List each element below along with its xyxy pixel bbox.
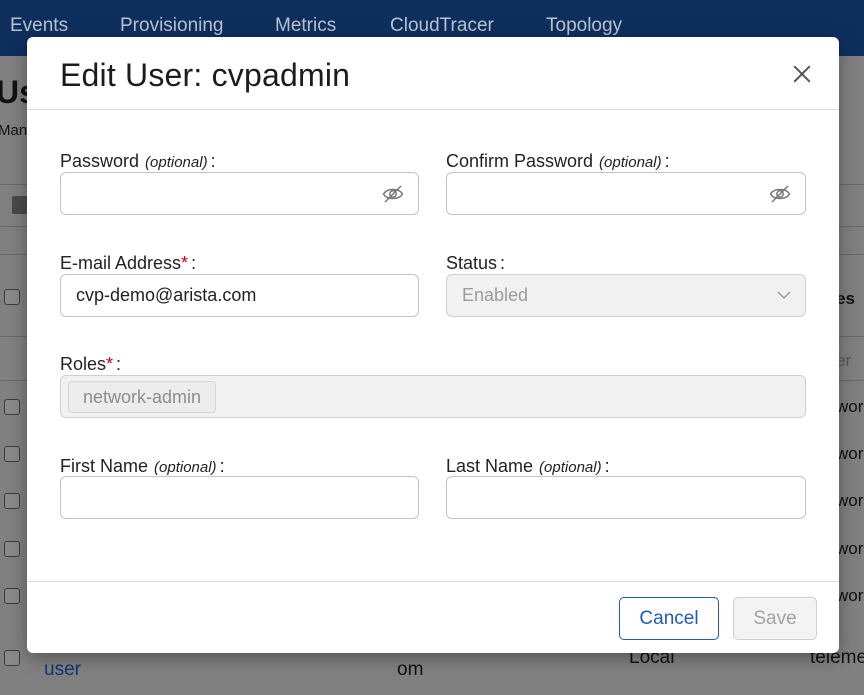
dialog-title: Edit User: cvpadmin: [60, 57, 351, 93]
nav-cloudtracer[interactable]: CloudTracer: [390, 15, 494, 37]
roles-field: network-admin: [60, 375, 806, 418]
eye-off-icon[interactable]: [382, 184, 404, 204]
confirm-password-field[interactable]: [446, 172, 806, 215]
table-cell: wor: [836, 444, 864, 463]
role-chip: network-admin: [68, 381, 217, 413]
row-checkbox[interactable]: [4, 650, 20, 666]
select-all-checkbox[interactable]: [4, 289, 20, 305]
confirm-password-label: Confirm Password (optional):: [446, 151, 670, 171]
status-value: Enabled: [462, 285, 529, 305]
table-cell: wor: [836, 491, 864, 510]
last-name-label: Last Name (optional):: [446, 456, 610, 476]
email-field[interactable]: cvp-demo@arista.com: [60, 274, 419, 317]
close-icon[interactable]: [791, 63, 813, 85]
row-checkbox[interactable]: [4, 493, 20, 509]
edit-user-dialog: Edit User: cvpadmin Password (optional): …: [27, 37, 839, 653]
table-cell: wor: [836, 397, 864, 416]
row-checkbox[interactable]: [4, 399, 20, 415]
last-name-field[interactable]: [446, 476, 806, 519]
eye-off-icon[interactable]: [769, 184, 791, 204]
table-cell: wor: [836, 586, 864, 605]
user-link[interactable]: user: [44, 659, 81, 681]
cancel-button[interactable]: Cancel: [619, 597, 719, 640]
roles-label: Roles*:: [60, 354, 122, 374]
first-name-field[interactable]: [60, 476, 419, 519]
row-checkbox[interactable]: [4, 588, 20, 604]
status-label: Status:: [446, 253, 506, 273]
page-subtitle: Man: [0, 122, 28, 139]
password-label: Password (optional):: [60, 151, 216, 171]
first-name-label: First Name (optional):: [60, 456, 225, 476]
table-cell: wor: [836, 539, 864, 558]
password-field[interactable]: [60, 172, 419, 215]
chevron-down-icon: [777, 291, 791, 300]
header-divider: [27, 109, 839, 110]
email-value: cvp-demo@arista.com: [76, 285, 257, 305]
row-checkbox[interactable]: [4, 446, 20, 462]
row-checkbox[interactable]: [4, 541, 20, 557]
save-button[interactable]: Save: [733, 597, 817, 640]
table-cell-email: om: [397, 659, 424, 680]
nav-events[interactable]: Events: [10, 15, 68, 37]
nav-metrics[interactable]: Metrics: [275, 15, 336, 37]
status-select: Enabled: [446, 274, 806, 317]
email-label: E-mail Address*:: [60, 253, 197, 273]
footer-divider: [27, 581, 839, 582]
nav-provisioning[interactable]: Provisioning: [120, 15, 224, 37]
trash-icon[interactable]: [12, 196, 28, 214]
nav-topology[interactable]: Topology: [546, 15, 622, 37]
